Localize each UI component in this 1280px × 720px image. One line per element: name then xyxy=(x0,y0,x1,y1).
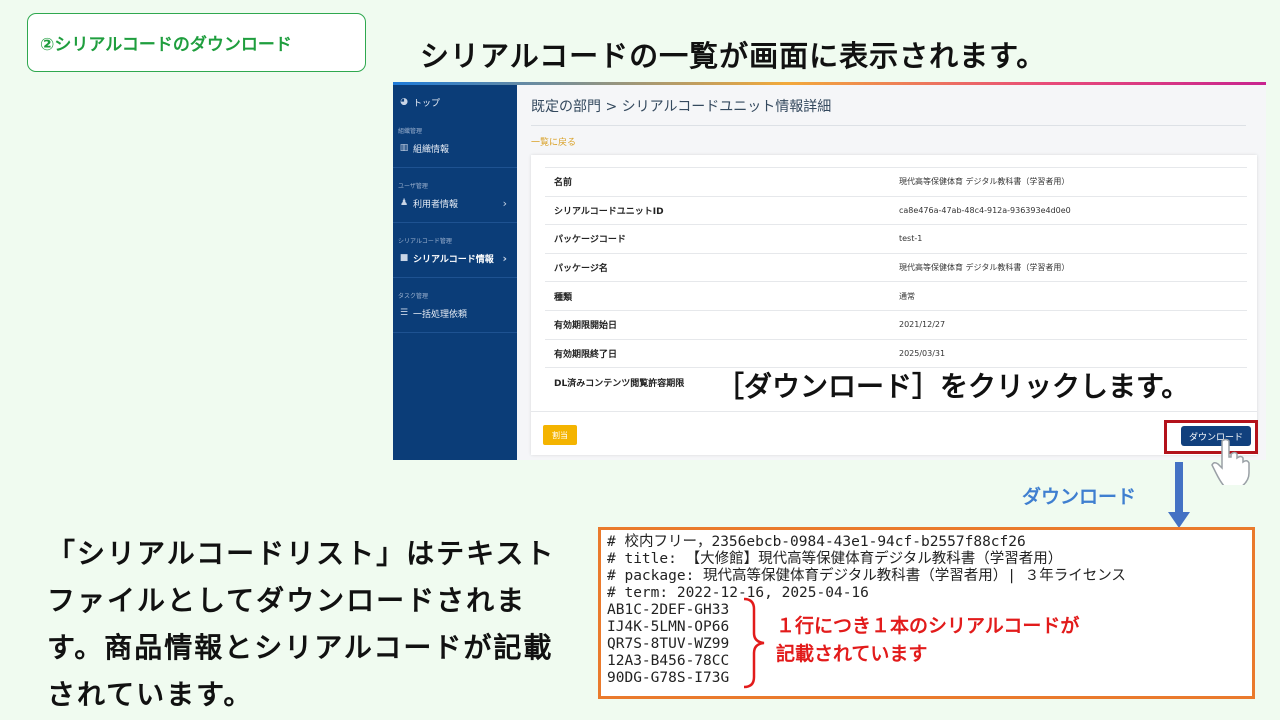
file-header-line: # 校内フリー，2356ebcb-0984-43e1-94cf-b2557f88… xyxy=(607,534,1026,550)
note-line: 記載されています xyxy=(776,643,928,665)
divider xyxy=(393,332,517,333)
sidebar: ◕ トップ 組織管理 ▥ 組織情報 ユーザ管理 ♟ 利用者情報 › シリアルコー… xyxy=(393,85,517,460)
info-row: 有効期限終了日 2025/03/31 xyxy=(545,338,1247,368)
description-text: 「シリアルコードリスト」はテキストファイルとしてダウンロードされます。商品情報と… xyxy=(47,537,556,711)
file-header-line: # package: 現代高等保健体育デジタル教科書（学習者用）| ３年ライセン… xyxy=(607,568,1126,584)
info-row: 有効期限開始日 2021/12/27 xyxy=(545,309,1247,340)
pointer-hand-icon xyxy=(1211,438,1250,485)
sidebar-group-org: 組織管理 xyxy=(398,128,423,135)
serial-code-line: 90DG-G78S-I73G xyxy=(607,670,730,686)
user-icon: ♟ xyxy=(399,198,409,208)
info-key: パッケージ名 xyxy=(545,252,895,282)
info-key: 名前 xyxy=(545,167,895,197)
sidebar-item-label: 利用者情報 xyxy=(413,199,459,210)
sidebar-item-label: 一括処理依頼 xyxy=(413,309,468,320)
chevron-right-icon: › xyxy=(502,196,507,210)
sidebar-group-user: ユーザ管理 xyxy=(398,183,428,190)
breadcrumb: 既定の部門 > シリアルコードユニット情報詳細 xyxy=(531,99,832,115)
info-table: 名前 現代高等保健体育 デジタル教科書（学習者用） シリアルコードユニットID ca8… xyxy=(545,167,1247,397)
sidebar-item-label: 組織情報 xyxy=(413,144,450,155)
right-brace-icon xyxy=(743,597,765,689)
info-value: ca8e476a-47ab-48c4-912a-936393e4d0e0 xyxy=(895,195,1247,225)
chevron-right-icon: › xyxy=(502,251,507,265)
divider xyxy=(531,411,1257,412)
sidebar-item-user-info[interactable]: ♟ 利用者情報 › xyxy=(393,188,517,218)
info-key: 有効期限開始日 xyxy=(545,309,895,340)
info-value: 現代高等保健体育 デジタル教科書（学習者用） xyxy=(895,252,1247,282)
info-value: 2025/03/31 xyxy=(895,338,1247,368)
one-code-per-line-note: １行につき１本のシリアルコードが 記載されています xyxy=(776,612,1079,668)
info-value: 通常 xyxy=(895,281,1247,311)
info-value: 現代高等保健体育 デジタル教科書（学習者用） xyxy=(895,167,1247,197)
sidebar-item-label: トップ xyxy=(413,98,441,109)
file-header-line: # title: 【大修館】現代高等保健体育デジタル教科書（学習者用） xyxy=(607,551,1063,567)
info-key: シリアルコードユニットID xyxy=(545,195,895,225)
sidebar-item-label: シリアルコード情報 xyxy=(413,254,494,265)
assign-button[interactable]: 割当 xyxy=(543,425,577,445)
divider xyxy=(531,125,1246,126)
building-icon: ▥ xyxy=(399,143,409,153)
sidebar-item-org-info[interactable]: ▥ 組織情報 xyxy=(393,133,517,163)
detail-card: 名前 現代高等保健体育 デジタル教科書（学習者用） シリアルコードユニットID ca8… xyxy=(531,155,1257,455)
sidebar-item-top[interactable]: ◕ トップ xyxy=(393,87,517,117)
download-caption: ダウンロード xyxy=(1022,486,1137,508)
info-key: 種類 xyxy=(545,281,895,311)
step-badge: ②シリアルコードのダウンロード xyxy=(27,13,366,72)
click-instruction: ［ダウンロード］をクリックします。 xyxy=(716,370,1190,403)
info-key: 有効期限終了日 xyxy=(545,338,895,368)
divider xyxy=(393,167,517,168)
folder-icon: ■ xyxy=(399,253,409,263)
info-value: test-1 xyxy=(895,224,1247,254)
sidebar-item-batch[interactable]: ☰ 一括処理依頼 xyxy=(393,298,517,328)
info-value: 2021/12/27 xyxy=(895,309,1247,340)
divider xyxy=(393,222,517,223)
sidebar-group-task: タスク管理 xyxy=(398,293,429,300)
divider xyxy=(393,277,517,278)
info-key: パッケージコード xyxy=(545,224,895,254)
headline: シリアルコードの一覧が画面に表示されます。 xyxy=(420,39,1047,73)
dashboard-icon: ◕ xyxy=(400,97,408,107)
list-icon: ☰ xyxy=(399,308,409,318)
sidebar-item-serial-info[interactable]: ■ シリアルコード情報 › xyxy=(393,243,517,273)
info-row: 名前 現代高等保健体育 デジタル教科書（学習者用） xyxy=(545,167,1247,197)
file-header-line: # term: 2022-12-16, 2025-04-16 xyxy=(607,585,869,601)
note-line: １行につき１本のシリアルコードが xyxy=(776,615,1080,637)
arrow-down-icon xyxy=(1168,462,1190,528)
info-row: パッケージ名 現代高等保健体育 デジタル教科書（学習者用） xyxy=(545,252,1247,282)
info-row: パッケージコード test-1 xyxy=(545,224,1247,254)
back-to-list-link[interactable]: 一覧に戻る xyxy=(531,135,576,148)
info-row: シリアルコードユニットID ca8e476a-47ab-48c4-912a-936… xyxy=(545,195,1247,225)
sidebar-group-serial: シリアルコード管理 xyxy=(398,238,452,245)
info-row: 種類 通常 xyxy=(545,281,1247,311)
